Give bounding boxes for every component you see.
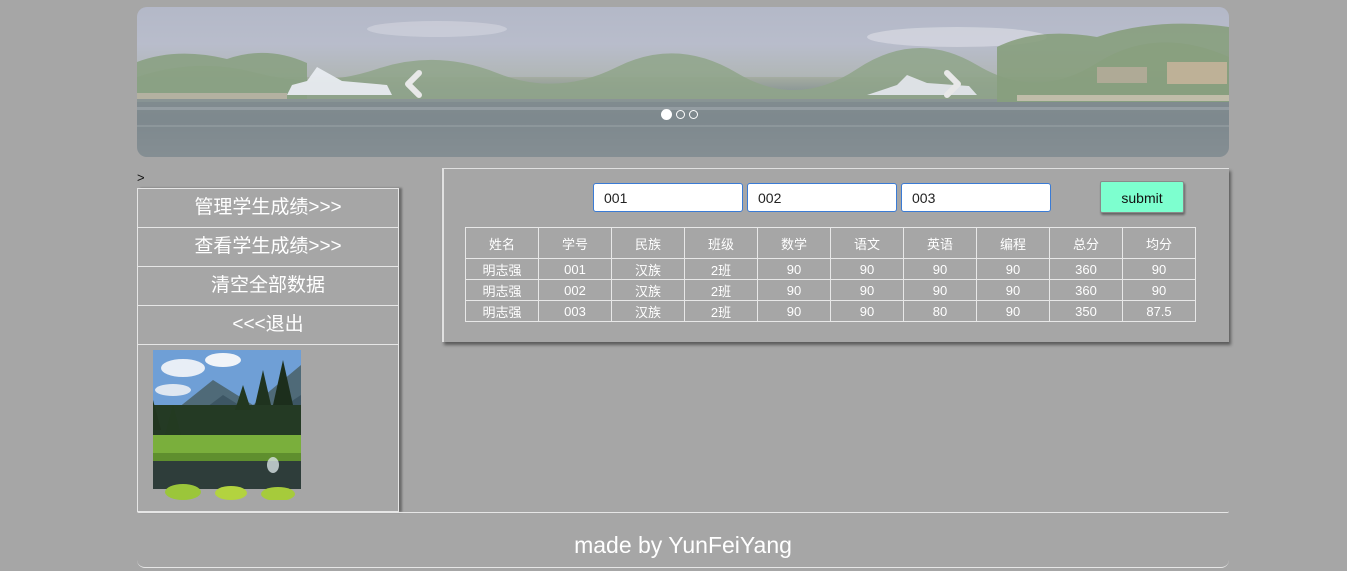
table-cell: 2班 — [684, 258, 758, 280]
header-class: 班级 — [684, 227, 758, 259]
header-ethnicity: 民族 — [611, 227, 685, 259]
carousel-indicators — [661, 109, 698, 120]
header-chinese: 语文 — [830, 227, 904, 259]
table-cell: 90 — [757, 279, 831, 301]
header-math: 数学 — [757, 227, 831, 259]
carousel-prev-button[interactable] — [399, 69, 429, 99]
table-cell: 80 — [903, 300, 977, 322]
banner-image — [137, 7, 1229, 157]
table-cell: 90 — [830, 300, 904, 322]
table-cell: 87.5 — [1122, 300, 1196, 322]
table-cell: 001 — [538, 258, 612, 280]
score-table: 姓名 学号 民族 班级 数学 语文 英语 编程 总分 均分 明志强 001 汉族… — [465, 227, 1196, 322]
table-cell: 2班 — [684, 279, 758, 301]
header-total: 总分 — [1049, 227, 1123, 259]
carousel-dot-1[interactable] — [661, 109, 672, 120]
student-id-input-2[interactable] — [747, 183, 897, 212]
table-row: 明志强 003 汉族 2班 90 90 80 90 350 87.5 — [465, 300, 1196, 322]
chevron-right-icon — [944, 70, 961, 98]
table-cell: 003 — [538, 300, 612, 322]
table-cell: 90 — [757, 300, 831, 322]
chevron-left-icon — [405, 70, 422, 98]
header-average: 均分 — [1122, 227, 1196, 259]
table-cell: 90 — [830, 258, 904, 280]
table-cell: 90 — [976, 300, 1050, 322]
student-id-input-1[interactable] — [593, 183, 743, 212]
sidebar-item-view-scores[interactable]: 查看学生成绩>>> — [138, 228, 398, 267]
header-english: 英语 — [903, 227, 977, 259]
carousel-dot-2[interactable] — [676, 110, 685, 119]
table-cell: 90 — [903, 279, 977, 301]
table-cell: 90 — [757, 258, 831, 280]
table-cell: 90 — [903, 258, 977, 280]
stray-marker-text: > — [137, 170, 145, 185]
score-panel: submit 姓名 学号 民族 班级 数学 语文 英语 编程 总分 均分 明志强… — [442, 168, 1229, 342]
table-header-row: 姓名 学号 民族 班级 数学 语文 英语 编程 总分 均分 — [465, 227, 1196, 259]
table-cell: 360 — [1049, 279, 1123, 301]
content-divider — [137, 511, 1229, 513]
table-row: 明志强 002 汉族 2班 90 90 90 90 360 90 — [465, 279, 1196, 301]
table-cell: 汉族 — [611, 258, 685, 280]
table-cell: 90 — [830, 279, 904, 301]
table-cell: 90 — [976, 258, 1050, 280]
table-cell: 90 — [1122, 258, 1196, 280]
table-cell: 明志强 — [465, 279, 539, 301]
student-id-input-3[interactable] — [901, 183, 1051, 212]
table-cell: 002 — [538, 279, 612, 301]
table-cell: 90 — [1122, 279, 1196, 301]
header-programming: 编程 — [976, 227, 1050, 259]
sidebar-item-logout[interactable]: <<<退出 — [138, 306, 398, 345]
carousel-next-button[interactable] — [937, 69, 967, 99]
sidebar-menu: 管理学生成绩>>> 查看学生成绩>>> 清空全部数据 <<<退出 — [137, 188, 399, 512]
footer-credit: made by YunFeiYang — [137, 528, 1229, 568]
sidebar-item-clear-data[interactable]: 清空全部数据 — [138, 267, 398, 306]
table-cell: 汉族 — [611, 279, 685, 301]
banner-carousel — [137, 7, 1229, 157]
header-student-id: 学号 — [538, 227, 612, 259]
header-name: 姓名 — [465, 227, 539, 259]
table-cell: 明志强 — [465, 258, 539, 280]
table-cell: 汉族 — [611, 300, 685, 322]
table-cell: 明志强 — [465, 300, 539, 322]
table-row: 明志强 001 汉族 2班 90 90 90 90 360 90 — [465, 258, 1196, 280]
sidebar-item-manage-scores[interactable]: 管理学生成绩>>> — [138, 189, 398, 228]
table-cell: 360 — [1049, 258, 1123, 280]
submit-button[interactable]: submit — [1100, 181, 1184, 213]
table-cell: 350 — [1049, 300, 1123, 322]
sidebar-landscape-image — [153, 350, 301, 500]
carousel-dot-3[interactable] — [689, 110, 698, 119]
table-cell: 2班 — [684, 300, 758, 322]
table-cell: 90 — [976, 279, 1050, 301]
